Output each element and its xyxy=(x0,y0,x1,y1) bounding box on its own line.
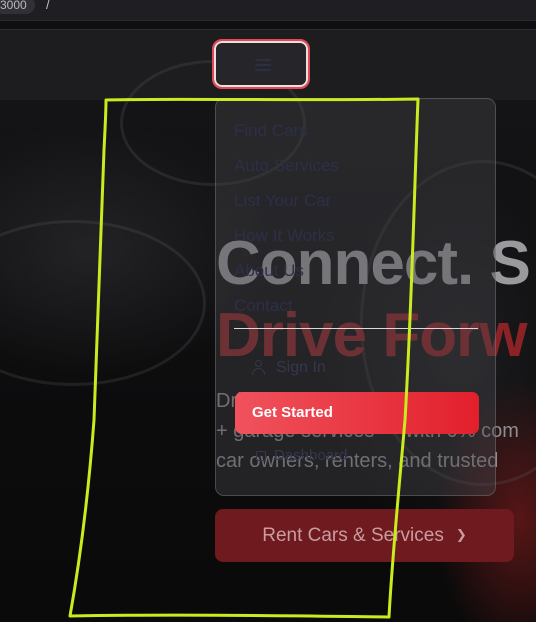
sign-in-label: Sign In xyxy=(276,359,326,376)
dashboard-link[interactable]: Dashboard xyxy=(256,447,347,464)
menu-item-find-cars[interactable]: Find Cars xyxy=(234,121,308,141)
rent-button-label: Rent Cars & Services xyxy=(262,525,444,546)
menu-toggle-button[interactable] xyxy=(212,39,310,89)
rent-cars-services-button[interactable]: Rent Cars & Services ❯ xyxy=(215,509,514,562)
menu-divider xyxy=(234,328,478,329)
browser-chrome: 3000 / xyxy=(0,0,536,21)
dashboard-label: Dashboard xyxy=(274,447,348,464)
menu-item-auto-services[interactable]: Auto Services xyxy=(234,156,339,176)
url-path[interactable]: / xyxy=(46,0,50,12)
hamburger-menu-icon xyxy=(255,59,271,71)
app-root: 3000 / Connect. S Drive Forw Drive tive … xyxy=(0,0,536,622)
menu-item-list-your-car[interactable]: List Your Car xyxy=(234,191,331,211)
menu-item-how-it-works[interactable]: How It Works xyxy=(234,226,335,246)
url-port-pill[interactable]: 3000 xyxy=(0,0,35,14)
get-started-button[interactable]: Get Started xyxy=(235,392,479,434)
user-icon xyxy=(252,360,266,375)
dashboard-icon xyxy=(256,451,266,461)
menu-item-contact[interactable]: Contact xyxy=(234,296,293,316)
sign-in-link[interactable]: Sign In xyxy=(252,359,326,377)
mobile-nav-dropdown: Find Cars Auto Services List Your Car Ho… xyxy=(215,98,496,496)
menu-item-about-us[interactable]: About Us xyxy=(234,261,304,281)
chevron-down-icon: ❯ xyxy=(455,527,467,542)
car-shape-decoration xyxy=(0,220,206,386)
